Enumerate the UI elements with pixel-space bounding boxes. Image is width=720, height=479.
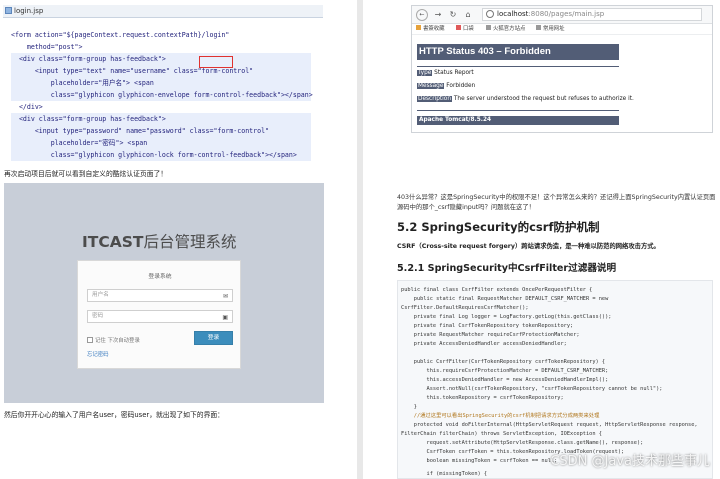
envelope-icon: ✉ [222, 293, 228, 300]
jsp-code-block: <form action="${pageContext.request.cont… [3, 26, 325, 166]
folder-icon [536, 25, 541, 30]
login-card-title: 登录系统 [148, 274, 172, 280]
file-tab-label: login.jsp [14, 7, 44, 15]
username-input[interactable]: 用户名 ✉ [87, 289, 233, 302]
error-row-description: Description The server understood the re… [417, 96, 634, 102]
home-icon[interactable]: ⌂ [462, 9, 474, 21]
code-line: public CsrfFilter(CsrfTokenRepository cs… [401, 359, 606, 365]
code-line: method="post"> [11, 43, 83, 51]
error-row-type: Type Status Report [417, 70, 474, 76]
code-line: public static final RequestMatcher DEFAU… [401, 296, 609, 302]
code-line: <div class="form-group has-feedback"> [11, 113, 311, 125]
url-path: :8080/pages/main.jsp [528, 10, 605, 18]
error-key: Message [417, 83, 445, 89]
code-line: placeholder="密码"> <span [11, 137, 311, 149]
code-line: <div class="form-group has-feedback"> [11, 53, 311, 65]
code-line: <input type="password" name="password" c… [11, 125, 311, 137]
bookmark-label: 常用网址 [543, 26, 565, 32]
code-line: class="glyphicon glyphicon-envelope form… [11, 89, 313, 101]
code-line: } [401, 404, 417, 410]
username-placeholder: 用户名 [92, 292, 109, 298]
code-line: request.setAttribute(HttpServletResponse… [401, 440, 644, 446]
code-line: this.requireCsrfProtectionMatcher = DEFA… [401, 368, 609, 374]
right-page: ← → ↻ ⌂ localhost:8080/pages/main.jsp 書簽… [363, 0, 720, 479]
http-status-title: HTTP Status 403 – Forbidden [417, 44, 619, 60]
error-value: Status Report [434, 70, 474, 76]
error-row-message: Message Forbidden [417, 83, 475, 89]
login-button[interactable]: 登录 [194, 331, 233, 345]
pocket-icon [456, 25, 461, 30]
login-page-screenshot: ITCAST后台管理系统 登录系统 用户名 ✉ 密码 ▣ 记住 下次自动登录 忘… [4, 183, 324, 403]
heading-5-2: 5.2 SpringSecurity的csrf防护机制 [397, 220, 600, 234]
jsp-file-icon [5, 7, 12, 14]
code-line: protected void doFilterInternal(HttpServ… [401, 422, 698, 428]
left-page: login.jsp <form action="${pageContext.re… [0, 0, 357, 479]
star-icon [416, 25, 421, 30]
bookmark-item[interactable]: 火狐官方站点 [486, 24, 525, 35]
code-line: boolean missingToken = csrfToken == null… [401, 458, 558, 464]
remember-me[interactable]: 记住 下次自动登录 [87, 336, 140, 344]
back-icon[interactable]: ← [416, 9, 428, 21]
login-card: 登录系统 用户名 ✉ 密码 ▣ 记住 下次自动登录 忘记密码 登录 [77, 260, 241, 369]
code-line: private final CsrfTokenRepository tokenR… [401, 323, 574, 329]
file-tab[interactable]: login.jsp [3, 5, 323, 18]
code-line: Assert.notNull(csrfTokenRepository, "csr… [401, 386, 663, 392]
url-host: localhost [497, 10, 529, 18]
forward-icon[interactable]: → [432, 9, 444, 21]
code-line: CsrfFilter.DefaultRequiresCsrfMatcher(); [401, 305, 529, 311]
bookmark-label: 火狐官方站点 [493, 26, 526, 32]
code-line: class="glyphicon glyphicon-lock form-con… [11, 149, 311, 161]
brand-title: ITCAST后台管理系统 [82, 230, 236, 252]
code-line: placeholder="用户名"> <span [11, 77, 311, 89]
code-line: private final Log logger = LogFactory.ge… [401, 314, 612, 320]
code-comment: //通过这里可以看出SpringSecurity的csrf机制把请求方式分成两类… [401, 413, 600, 419]
bookmark-item[interactable]: 口袋 [456, 24, 474, 35]
password-placeholder: 密码 [92, 313, 104, 319]
bookmark-item[interactable]: 常用网址 [536, 24, 565, 35]
error-separator [417, 110, 619, 111]
password-input[interactable]: 密码 ▣ [87, 310, 233, 323]
browser-toolbar: ← → ↻ ⌂ localhost:8080/pages/main.jsp [412, 6, 712, 24]
error-key: Description [417, 96, 453, 102]
globe-icon [486, 10, 494, 18]
code-line: this.accessDeniedHandler = new AccessDen… [401, 377, 609, 383]
bookmark-label: 口袋 [463, 26, 474, 32]
caption-top: 再次启动项目后就可以看到自定义的酷炫认证页面了！ [4, 170, 168, 178]
code-line: </div> [11, 103, 43, 111]
error-value: Forbidden [446, 83, 476, 89]
brand-rest: 后台管理系统 [143, 233, 237, 251]
error-key: Type [417, 70, 433, 76]
bookmark-label: 書簽收藏 [423, 26, 445, 32]
code-line: <input type="text" name="username" class… [11, 65, 311, 77]
code-line: FilterChain filterChain) throws ServletE… [401, 431, 602, 437]
code-line: public final class CsrfFilter extends On… [401, 287, 593, 293]
reload-icon[interactable]: ↻ [447, 9, 459, 21]
bookmark-item[interactable]: 書簽收藏 [416, 24, 445, 35]
brand-bold: ITCAST [82, 233, 144, 251]
code-line: private AccessDeniedHandler accessDenied… [401, 341, 567, 347]
heading-5-2-1: 5.2.1 SpringSecurity中CsrfFilter过滤器说明 [397, 263, 617, 274]
error-value: The server understood the request but re… [453, 96, 634, 102]
login-action-highlight [199, 56, 233, 68]
code-line: private RequestMatcher requireCsrfProtec… [401, 332, 580, 338]
forgot-password-link[interactable]: 忘记密码 [87, 350, 109, 358]
remember-checkbox[interactable] [87, 337, 93, 343]
code-line: <form action="${pageContext.request.cont… [11, 31, 230, 39]
paragraph-csrf: CSRF（Cross-site request forgery）跨站请求伪造，是… [397, 243, 660, 250]
tomcat-version: Apache Tomcat/8.5.24 [417, 116, 619, 125]
browser-screenshot: ← → ↻ ⌂ localhost:8080/pages/main.jsp 書簽… [411, 5, 713, 133]
paragraph-403: 403什么异常？这是SpringSecurity中的权限不足！这个异常怎么来的？… [397, 194, 716, 211]
lock-icon: ▣ [222, 314, 228, 321]
bookmark-bar: 書簽收藏 口袋 火狐官方站点 常用网址 [412, 24, 712, 35]
code-line: this.tokenRepository = csrfTokenReposito… [401, 395, 564, 401]
url-bar[interactable]: localhost:8080/pages/main.jsp [482, 8, 702, 21]
error-separator [417, 66, 619, 67]
remember-label: 记住 下次自动登录 [95, 338, 140, 344]
code-line: if (missingToken) { [401, 471, 488, 477]
folder-icon [486, 25, 491, 30]
watermark: CSDN @Java技术那些事儿 [550, 454, 710, 469]
caption-bottom: 然后你开开心心的输入了用户名user，密码user，就出现了如下的界面： [4, 411, 224, 419]
